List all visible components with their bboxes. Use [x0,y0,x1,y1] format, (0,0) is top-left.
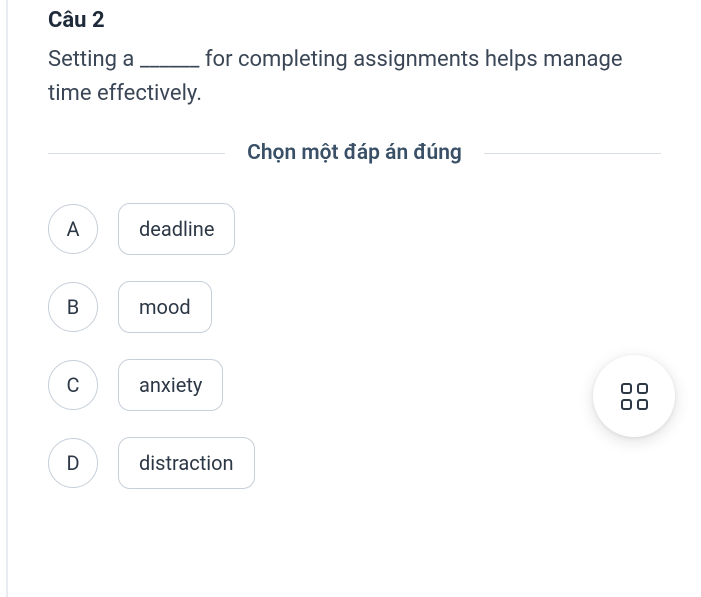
options-list: A deadline B mood C anxiety D distractio… [48,203,661,489]
option-a[interactable]: A deadline [48,203,661,255]
grid-icon [621,383,648,410]
option-letter: D [48,438,98,488]
divider-line-left [48,153,225,154]
option-text: mood [118,281,212,333]
option-c[interactable]: C anxiety [48,359,661,411]
option-letter: B [48,282,98,332]
option-b[interactable]: B mood [48,281,661,333]
grid-menu-button[interactable] [593,355,675,437]
question-text: Setting a ______ for completing assignme… [48,43,661,111]
option-text: deadline [118,203,235,255]
divider-line-right [484,153,661,154]
option-letter: A [48,204,98,254]
option-text: distraction [118,437,255,489]
option-d[interactable]: D distraction [48,437,661,489]
option-letter: C [48,360,98,410]
question-container: Câu 2 Setting a ______ for completing as… [6,0,701,597]
instruction-label: Chọn một đáp án đúng [225,141,484,165]
option-text: anxiety [118,359,223,411]
question-number: Câu 2 [48,8,661,33]
instruction-divider: Chọn một đáp án đúng [48,141,661,165]
